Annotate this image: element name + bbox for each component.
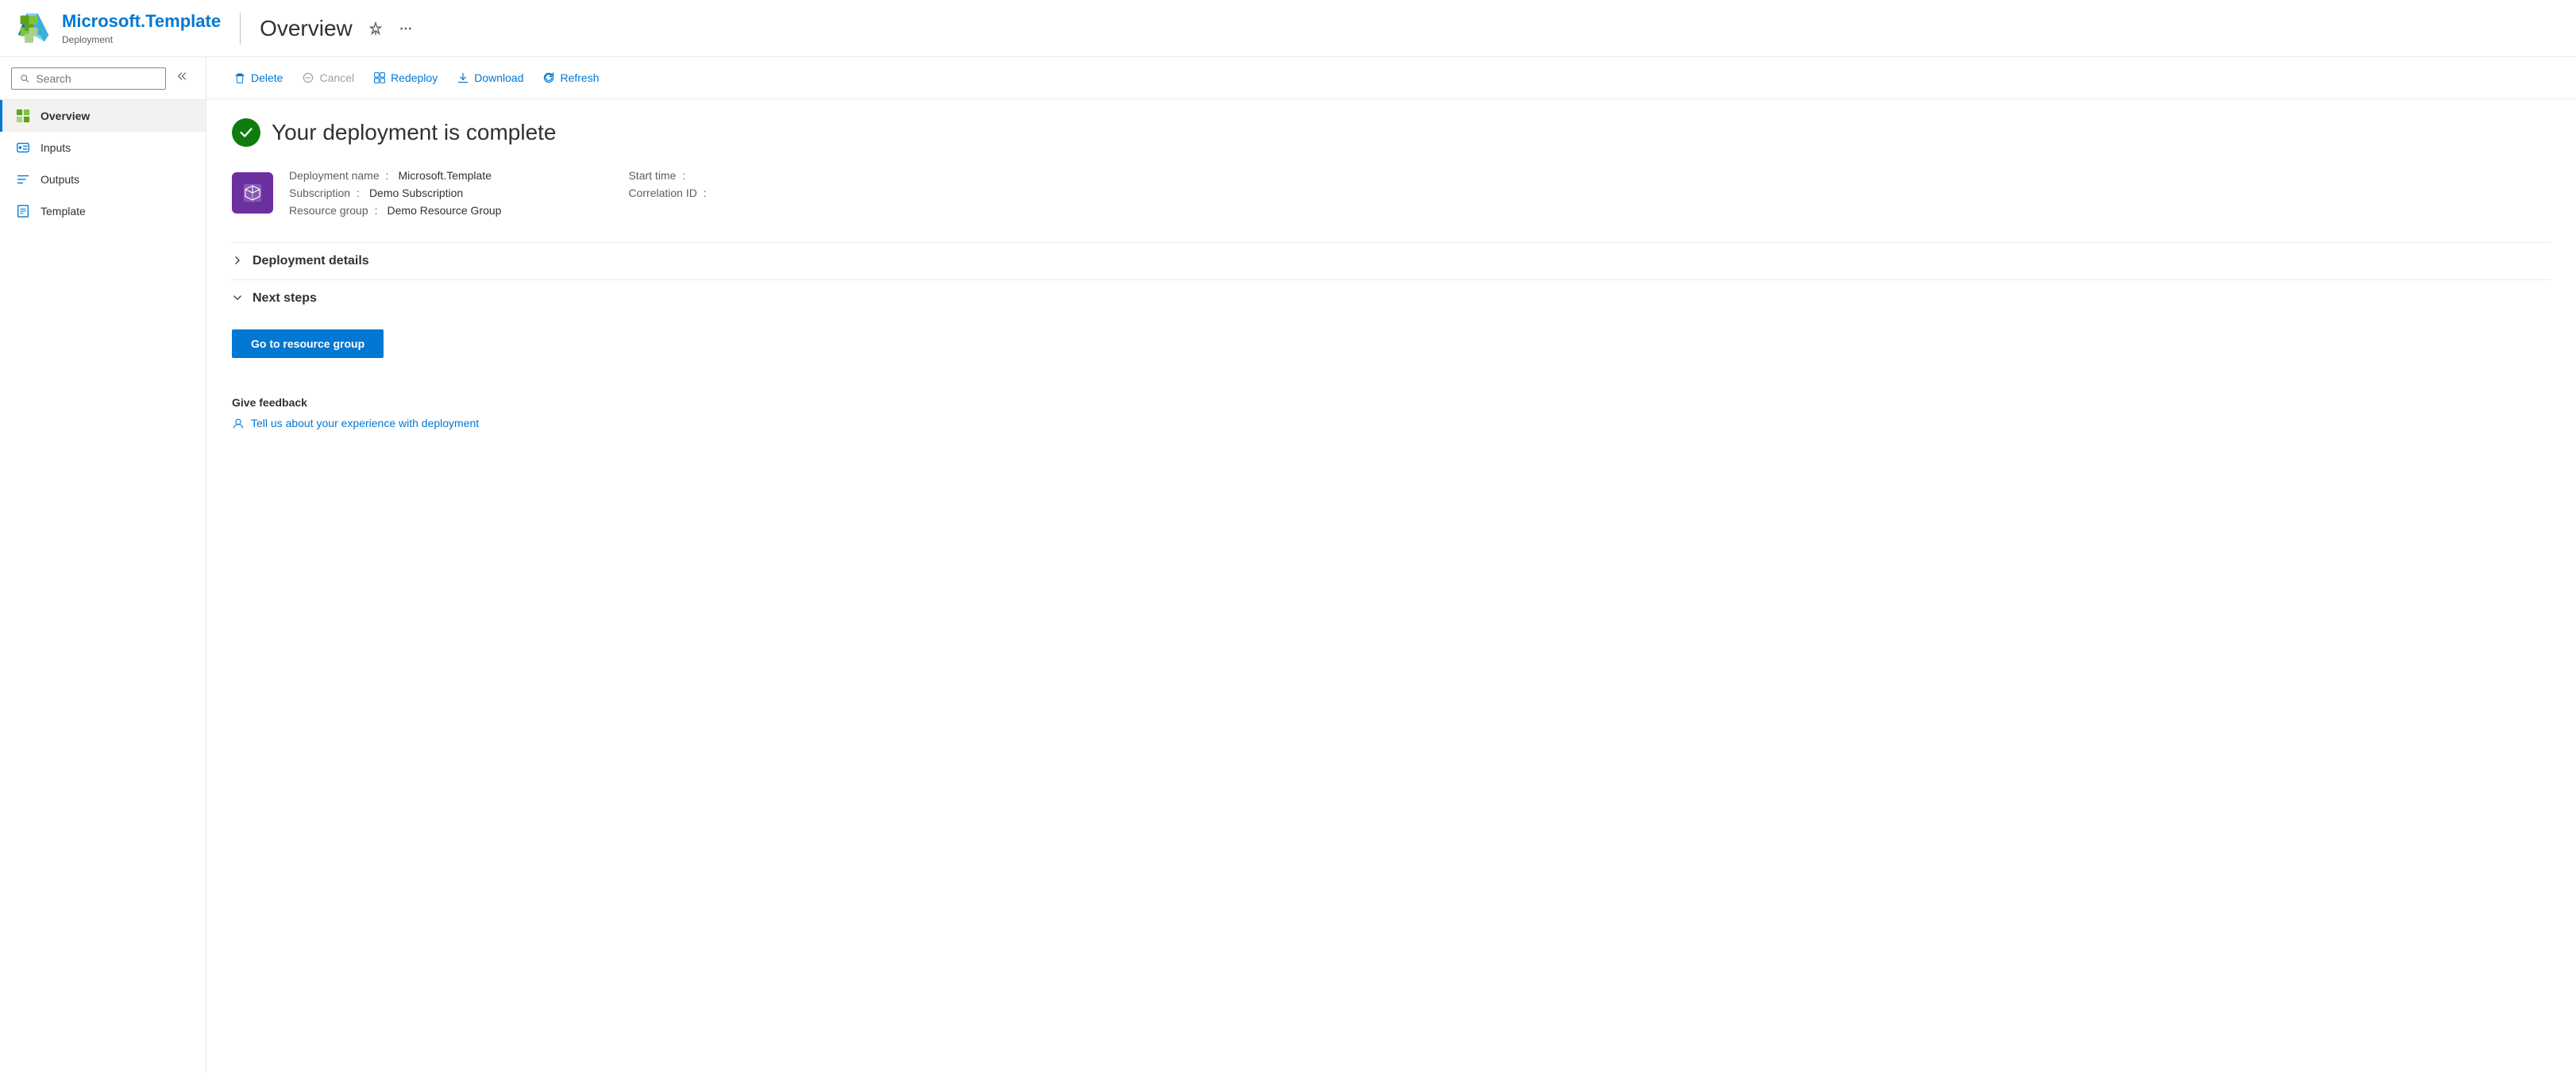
subscription-label: Subscription	[289, 187, 357, 199]
next-steps-section[interactable]: Next steps	[232, 279, 2551, 317]
sidebar-item-template[interactable]: Template	[0, 195, 206, 227]
search-icon	[20, 73, 29, 84]
header-title-group: Microsoft.Template Deployment	[62, 11, 221, 44]
info-left: Deployment name : Microsoft.Template Sub…	[289, 169, 565, 217]
feedback-link[interactable]: Tell us about your experience with deplo…	[232, 417, 2551, 429]
redeploy-label: Redeploy	[391, 71, 438, 84]
next-steps-content: Go to resource group	[232, 317, 2551, 371]
collapse-icon	[177, 70, 190, 83]
sidebar-nav: Overview Inputs	[0, 100, 206, 227]
refresh-icon	[542, 71, 555, 84]
sidebar-item-template-label: Template	[40, 205, 86, 217]
next-steps-label: Next steps	[253, 291, 317, 306]
start-time-label: Start time	[628, 169, 682, 182]
status-success-icon	[232, 118, 260, 147]
info-row-name: Deployment name : Microsoft.Template	[289, 169, 565, 182]
more-options-icon	[399, 21, 413, 36]
go-to-resource-group-button[interactable]: Go to resource group	[232, 329, 384, 358]
status-title: Your deployment is complete	[272, 120, 557, 145]
cancel-button[interactable]: Cancel	[294, 67, 362, 89]
feedback-icon	[232, 417, 245, 429]
download-icon	[457, 71, 469, 84]
deployment-details-section[interactable]: Deployment details	[232, 242, 2551, 279]
redeploy-button[interactable]: Redeploy	[365, 67, 445, 89]
refresh-button[interactable]: Refresh	[534, 67, 607, 89]
chevron-right-icon	[232, 255, 243, 266]
page-title: Overview	[260, 16, 353, 41]
info-details: Deployment name : Microsoft.Template Sub…	[289, 169, 2551, 217]
search-container	[0, 57, 206, 100]
download-label: Download	[474, 71, 523, 84]
box-icon	[241, 181, 264, 205]
correlation-label: Correlation ID	[628, 187, 703, 199]
deployment-icon	[232, 172, 273, 214]
feedback-section: Give feedback Tell us about your experie…	[232, 396, 2551, 429]
toolbar: Delete Cancel Redeploy	[206, 57, 2576, 99]
resource-group-label: Resource group	[289, 204, 375, 217]
header-divider	[240, 13, 241, 44]
refresh-label: Refresh	[560, 71, 599, 84]
main-layout: Overview Inputs	[0, 57, 2576, 1074]
info-right: Start time : Correlation ID :	[628, 169, 779, 217]
sidebar: Overview Inputs	[0, 57, 206, 1074]
deployment-info: Deployment name : Microsoft.Template Sub…	[232, 169, 2551, 217]
sidebar-item-inputs[interactable]: Inputs	[0, 132, 206, 164]
header: Microsoft.Template Deployment Overview	[0, 0, 2576, 57]
search-input-wrapper[interactable]	[11, 67, 166, 90]
resource-group-value: Demo Resource Group	[388, 204, 565, 217]
info-row-resource-group: Resource group : Demo Resource Group	[289, 204, 565, 217]
delete-icon	[233, 71, 246, 84]
app-title: Microsoft.Template	[62, 11, 221, 32]
deployment-details-chevron	[232, 255, 243, 268]
delete-button[interactable]: Delete	[226, 67, 291, 89]
sidebar-item-inputs-label: Inputs	[40, 141, 71, 154]
subscription-value: Demo Subscription	[369, 187, 526, 199]
sidebar-item-overview[interactable]: Overview	[0, 100, 206, 132]
info-row-start-time: Start time :	[628, 169, 779, 182]
deployment-details-label: Deployment details	[253, 254, 369, 268]
deployment-status: Your deployment is complete	[232, 118, 2551, 147]
content-area: Delete Cancel Redeploy	[206, 57, 2576, 1074]
deployment-name-value: Microsoft.Template	[399, 169, 555, 182]
collapse-button[interactable]	[172, 67, 195, 90]
app-subtitle: Deployment	[62, 34, 221, 45]
checkmark-icon	[237, 124, 255, 141]
next-steps-chevron	[232, 292, 243, 306]
redeploy-icon	[373, 71, 386, 84]
more-options-button[interactable]	[395, 18, 416, 39]
overview-content: Your deployment is complete	[206, 99, 2576, 448]
header-right-actions	[365, 18, 416, 39]
pin-button[interactable]	[365, 18, 386, 39]
overview-icon	[15, 108, 31, 124]
delete-label: Delete	[251, 71, 283, 84]
sidebar-item-outputs-label: Outputs	[40, 173, 79, 186]
template-icon	[15, 203, 31, 219]
outputs-icon	[15, 171, 31, 187]
inputs-icon	[15, 140, 31, 156]
download-button[interactable]: Download	[449, 67, 531, 89]
feedback-title: Give feedback	[232, 396, 2551, 409]
pin-icon	[368, 21, 383, 36]
sidebar-item-outputs[interactable]: Outputs	[0, 164, 206, 195]
sidebar-item-overview-label: Overview	[40, 110, 90, 122]
info-row-correlation: Correlation ID :	[628, 187, 779, 199]
deployment-name-label: Deployment name	[289, 169, 386, 182]
cancel-label: Cancel	[319, 71, 354, 84]
search-input[interactable]	[36, 72, 157, 85]
feedback-link-label: Tell us about your experience with deplo…	[251, 417, 479, 429]
chevron-down-icon	[232, 292, 243, 303]
azure-logo-icon	[16, 11, 51, 46]
info-main-row: Deployment name : Microsoft.Template Sub…	[289, 169, 2551, 217]
cancel-icon	[302, 71, 314, 84]
info-row-subscription: Subscription : Demo Subscription	[289, 187, 565, 199]
